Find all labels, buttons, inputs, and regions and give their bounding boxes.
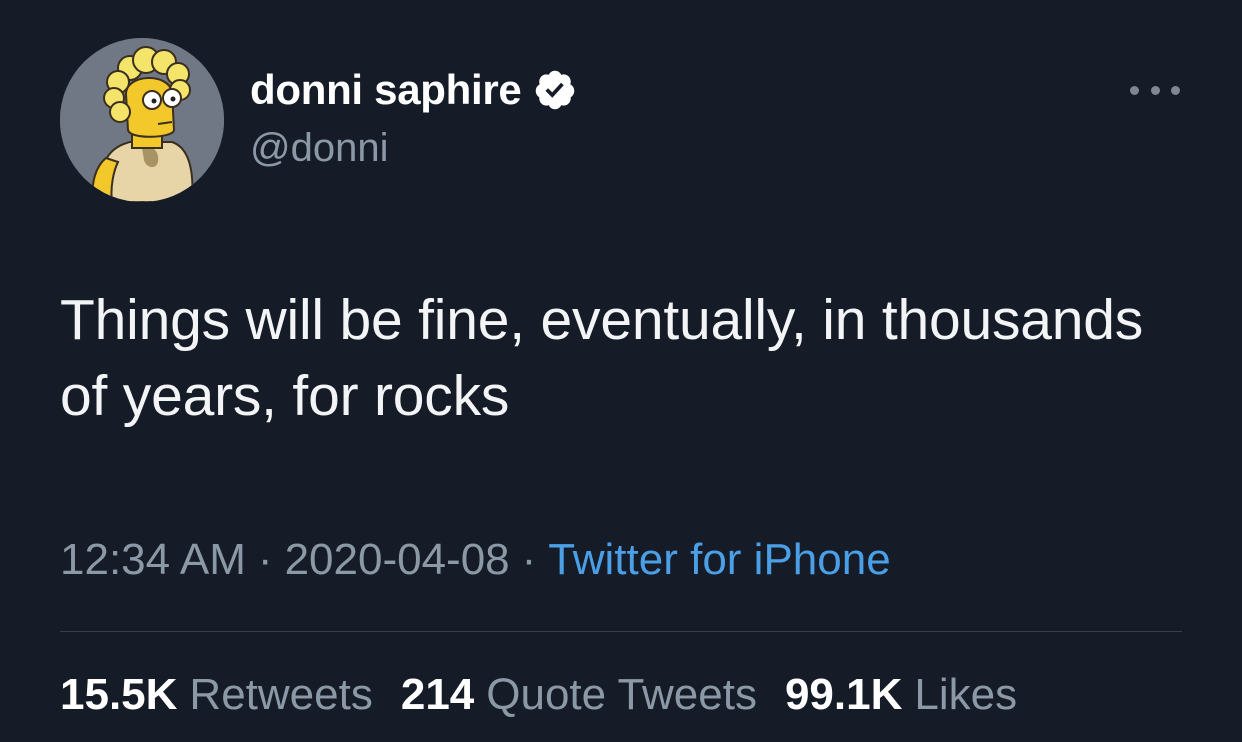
quote-tweets-stat[interactable]: 214 Quote Tweets [401,670,757,720]
author-handle[interactable]: @donni [250,126,388,171]
retweets-label: Retweets [189,670,373,719]
dot [1171,85,1180,95]
likes-label: Likes [914,670,1018,719]
likes-stat[interactable]: 99.1K Likes [785,670,1017,720]
tweet-stats: 15.5K Retweets 214 Quote Tweets 99.1K Likes [60,670,1045,720]
meta-separator: · [521,535,537,584]
meta-separator: · [257,535,273,584]
likes-count: 99.1K [784,670,903,719]
divider [60,631,1182,632]
more-options-icon[interactable] [1130,78,1180,102]
quote-tweets-label: Quote Tweets [486,670,757,719]
quote-tweets-count: 214 [400,670,475,719]
tweet-date[interactable]: 2020-04-08 [285,535,510,584]
retweets-stat[interactable]: 15.5K Retweets [60,670,373,720]
tweet-time[interactable]: 12:34 AM [60,535,246,584]
avatar[interactable] [60,38,224,202]
retweets-count: 15.5K [60,670,178,719]
tweet-text: Things will be fine, eventually, in thou… [60,288,1144,428]
dot [1130,85,1139,95]
avatar-image [60,38,224,202]
tweet-meta: 12:34 AM · 2020-04-08 · Twitter for iPhone [60,535,891,585]
tweet-card: donni saphire @donni Things will be fine… [0,0,1242,742]
author-display-name[interactable]: donni saphire [250,66,577,114]
tweet-source-link[interactable]: Twitter for iPhone [548,535,890,584]
author-name-text: donni saphire [250,66,522,113]
dot [1150,85,1160,95]
verified-badge-icon [533,68,577,112]
